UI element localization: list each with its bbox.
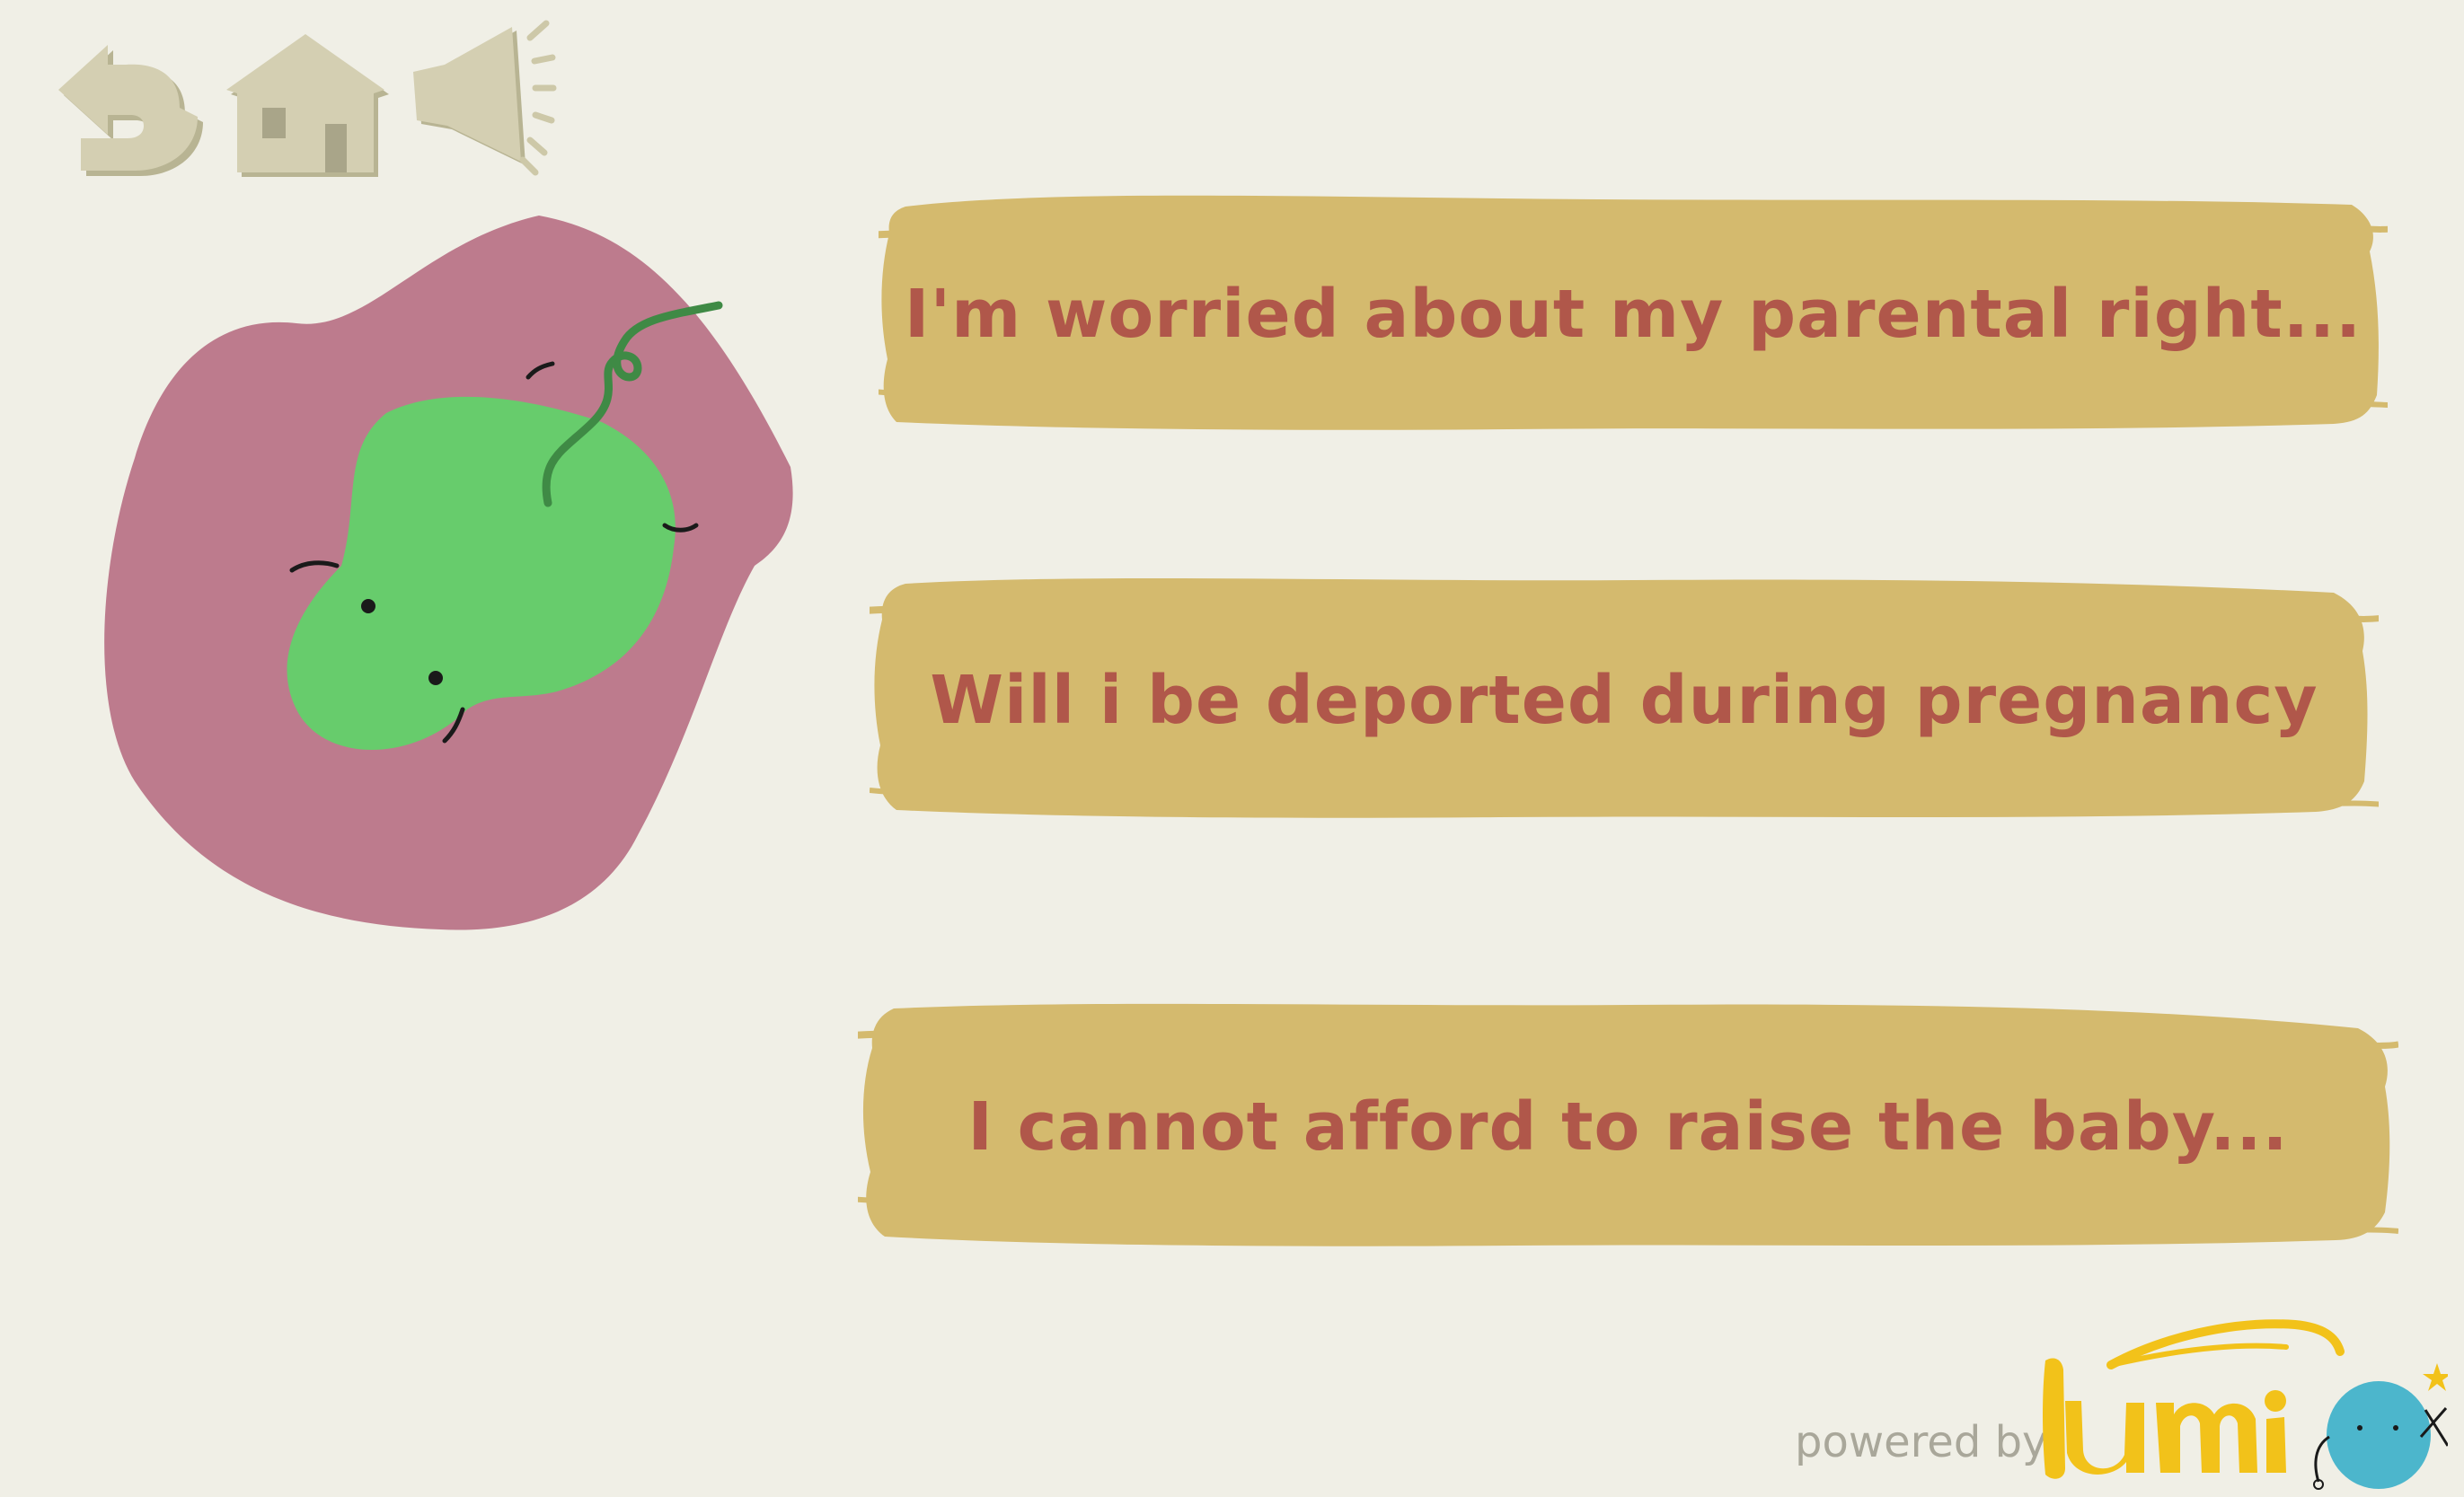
app-screen: I'm worried about my parental right... W…: [0, 0, 2464, 1497]
home-button[interactable]: [216, 18, 395, 180]
speaker-icon: [413, 20, 557, 176]
top-nav: [36, 9, 575, 180]
option-label: I'm worried about my parental right...: [904, 276, 2362, 353]
character-illustration: [99, 207, 808, 943]
lumi-logo: [2043, 1319, 2448, 1490]
option-afford-baby-button[interactable]: I cannot afford to raise the baby...: [858, 992, 2398, 1262]
powered-by-text: powered by: [1795, 1417, 2048, 1467]
pea-character-image: [104, 216, 793, 930]
option-deportation-button[interactable]: Will i be deported during pregnancy: [870, 566, 2379, 835]
home-icon: [226, 34, 389, 177]
back-button[interactable]: [45, 27, 225, 180]
option-parental-rights-button[interactable]: I'm worried about my parental right...: [879, 180, 2388, 449]
option-label: Will i be deported during pregnancy: [930, 662, 2318, 739]
sound-button[interactable]: [404, 9, 557, 180]
option-label: I cannot afford to raise the baby...: [967, 1088, 2289, 1166]
powered-by-branding: powered by: [1788, 1302, 2452, 1495]
back-arrow-icon: [58, 45, 203, 176]
